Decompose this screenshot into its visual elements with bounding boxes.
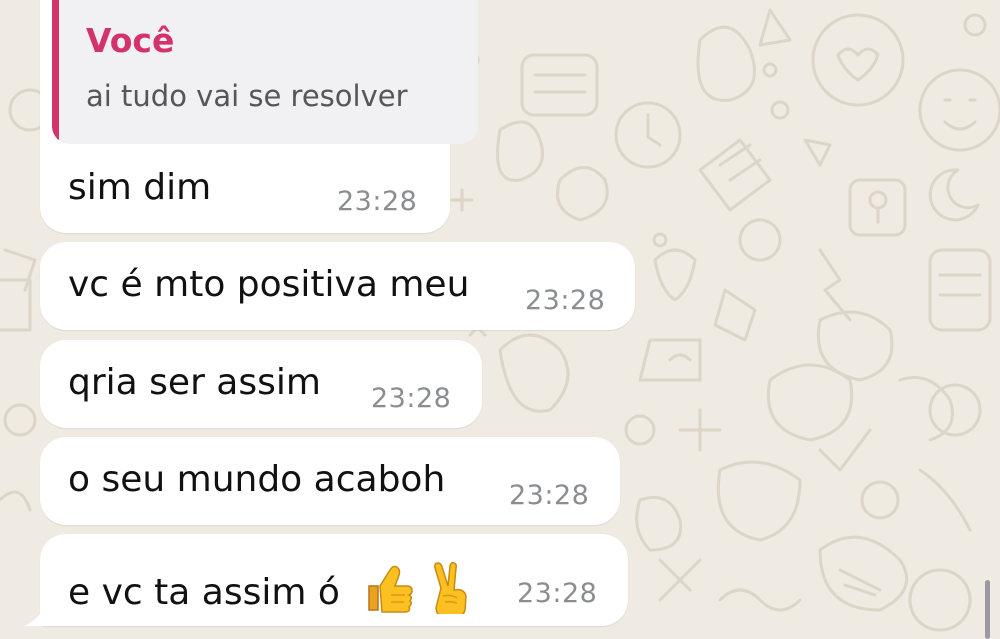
message-bubble-with-reply[interactable]: Você ai tudo vai se resolver sim dim 23:…	[40, 0, 478, 233]
quote-accent-bar	[52, 0, 59, 144]
bubble-tail	[24, 594, 52, 626]
victory-hand-emoji	[429, 562, 473, 621]
message-text: sim dim	[68, 167, 212, 208]
message-time: 23:28	[509, 480, 590, 511]
message-text: vc é mto positiva meu	[68, 264, 470, 305]
message-time: 23:28	[337, 186, 418, 217]
message-time: 23:28	[517, 578, 598, 609]
message-bubble[interactable]: vc é mto positiva meu 23:28	[40, 242, 635, 330]
thumbs-up-emoji	[361, 562, 414, 621]
scrollbar[interactable]	[985, 580, 990, 639]
quote-text: ai tudo vai se resolver	[86, 79, 408, 113]
chat-view: Você ai tudo vai se resolver sim dim 23:…	[0, 0, 1000, 639]
message-text: o seu mundo acaboh	[68, 459, 446, 500]
message-bubble[interactable]: e vc ta assim ó 23:28	[40, 534, 628, 626]
message-bubble[interactable]: qria ser assim 23:28	[40, 340, 482, 428]
message-text: e vc ta assim ó	[68, 562, 473, 621]
message-text: qria ser assim	[68, 362, 321, 403]
message-time: 23:28	[525, 285, 606, 316]
message-text-content: e vc ta assim ó	[68, 572, 340, 613]
message-bubble[interactable]: o seu mundo acaboh 23:28	[40, 437, 620, 525]
message-time: 23:28	[371, 383, 452, 414]
quoted-reply[interactable]: Você ai tudo vai se resolver	[52, 0, 478, 144]
quote-author: Você	[86, 21, 175, 60]
